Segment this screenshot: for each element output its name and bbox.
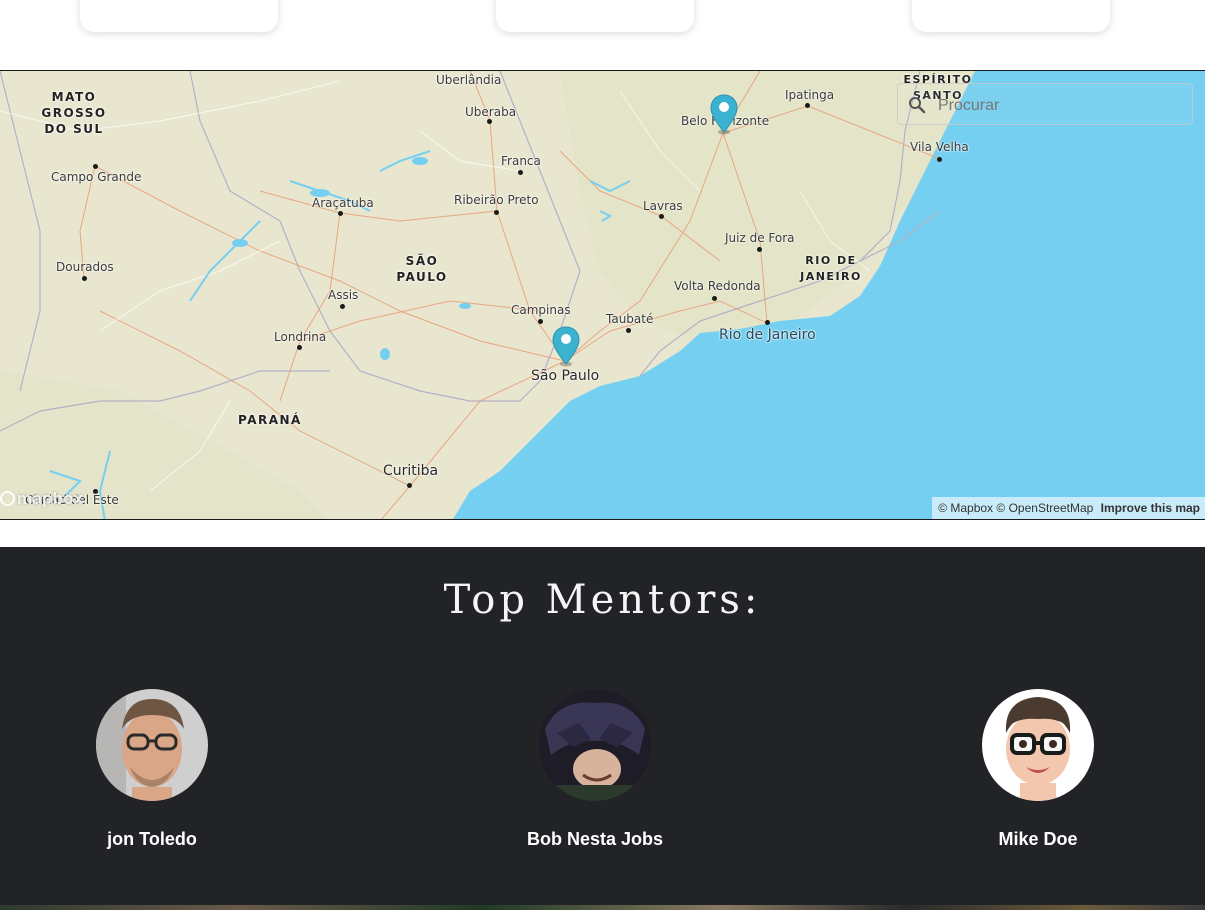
city-dot bbox=[626, 328, 631, 333]
feature-card[interactable] bbox=[496, 0, 694, 32]
mentor-photo bbox=[96, 689, 208, 801]
city-label-volta-redonda: Volta Redonda bbox=[674, 279, 761, 293]
city-label-uberlandia: Uberlândia bbox=[436, 73, 502, 87]
city-dot bbox=[937, 157, 942, 162]
section-title: Top Mentors: bbox=[443, 577, 762, 623]
map-marker-sao-paulo[interactable] bbox=[551, 325, 581, 367]
mapbox-logo[interactable]: mapbox bbox=[0, 489, 83, 511]
city-label-rio: Rio de Janeiro bbox=[719, 327, 816, 343]
city-label-ribeirao: Ribeirão Preto bbox=[454, 193, 539, 207]
mentor-photo bbox=[982, 689, 1094, 801]
mentor-photo bbox=[539, 689, 651, 801]
attribution-osm-link[interactable]: © OpenStreetMap bbox=[996, 501, 1093, 515]
city-label-taubate: Taubaté bbox=[606, 312, 654, 326]
state-label-sp: SÃO PAULO bbox=[396, 254, 448, 284]
mentor-card[interactable]: jon Toledo bbox=[52, 689, 252, 850]
state-label-ms: MATO GROSSO DO SUL bbox=[41, 90, 107, 136]
city-label-assis: Assis bbox=[328, 288, 359, 302]
avatar[interactable] bbox=[539, 689, 651, 801]
city-dot bbox=[407, 483, 412, 488]
city-label-sao-paulo: São Paulo bbox=[531, 368, 600, 384]
city-label-vila-velha: Vila Velha bbox=[910, 140, 969, 154]
mentor-name[interactable]: Bob Nesta Jobs bbox=[495, 829, 695, 850]
improve-map-link[interactable]: Improve this map bbox=[1101, 501, 1200, 515]
city-label-curitiba: Curitiba bbox=[383, 463, 439, 479]
mentor-name[interactable]: jon Toledo bbox=[52, 829, 252, 850]
next-section-preview bbox=[0, 905, 1205, 910]
feature-cards-strip bbox=[0, 0, 1205, 70]
feature-card[interactable] bbox=[912, 0, 1110, 32]
search-icon bbox=[909, 97, 926, 114]
city-label-campo-grande: Campo Grande bbox=[51, 170, 142, 184]
city-label-aracatuba: Araçatuba bbox=[312, 196, 374, 210]
map-search-input[interactable] bbox=[936, 93, 1180, 119]
state-label-pr: PARANÁ bbox=[238, 413, 302, 427]
city-label-uberaba: Uberaba bbox=[465, 105, 517, 119]
city-dot bbox=[340, 304, 345, 309]
mapbox-logo-text: mapbox bbox=[17, 489, 84, 508]
state-label-rj: RIO DE JANEIRO bbox=[800, 254, 862, 283]
city-dot bbox=[518, 170, 523, 175]
attribution-mapbox-link[interactable]: © Mapbox bbox=[938, 501, 993, 515]
city-dot bbox=[659, 214, 664, 219]
city-label-londrina: Londrina bbox=[274, 330, 327, 344]
mentor-card[interactable]: Mike Doe bbox=[938, 689, 1138, 850]
map-marker-belo-horizonte[interactable] bbox=[709, 93, 739, 135]
mapbox-logo-icon bbox=[0, 491, 15, 506]
top-mentors-section: Top Mentors: jon Toledo Bob Nesta Jobs M… bbox=[0, 547, 1205, 910]
mentor-name[interactable]: Mike Doe bbox=[938, 829, 1138, 850]
map-view[interactable]: MATO GROSSO DO SUL SÃO PAULO PARANÁ RIO … bbox=[0, 70, 1205, 520]
city-dot bbox=[487, 119, 492, 124]
map-attribution: © Mapbox © OpenStreetMap Improve this ma… bbox=[932, 497, 1205, 519]
map-base-layer bbox=[0, 71, 1205, 519]
city-label-franca: Franca bbox=[501, 154, 541, 168]
city-dot bbox=[712, 296, 717, 301]
city-label-juiz-de-fora: Juiz de Fora bbox=[725, 231, 795, 245]
city-label-lavras: Lavras bbox=[643, 199, 683, 213]
city-dot bbox=[765, 320, 770, 325]
city-label-dourados: Dourados bbox=[56, 260, 114, 274]
city-dot bbox=[805, 103, 810, 108]
city-dot bbox=[338, 211, 343, 216]
feature-card[interactable] bbox=[80, 0, 278, 32]
city-dot bbox=[757, 247, 762, 252]
city-dot bbox=[82, 276, 87, 281]
avatar[interactable] bbox=[982, 689, 1094, 801]
city-dot bbox=[93, 164, 98, 169]
city-label-ipatinga: Ipatinga bbox=[785, 88, 835, 102]
mentor-card[interactable]: Bob Nesta Jobs bbox=[495, 689, 695, 850]
city-label-campinas: Campinas bbox=[511, 303, 571, 317]
avatar[interactable] bbox=[96, 689, 208, 801]
map-search-box[interactable] bbox=[897, 83, 1193, 125]
city-dot bbox=[494, 210, 499, 215]
city-dot bbox=[297, 345, 302, 350]
city-dot bbox=[538, 319, 543, 324]
